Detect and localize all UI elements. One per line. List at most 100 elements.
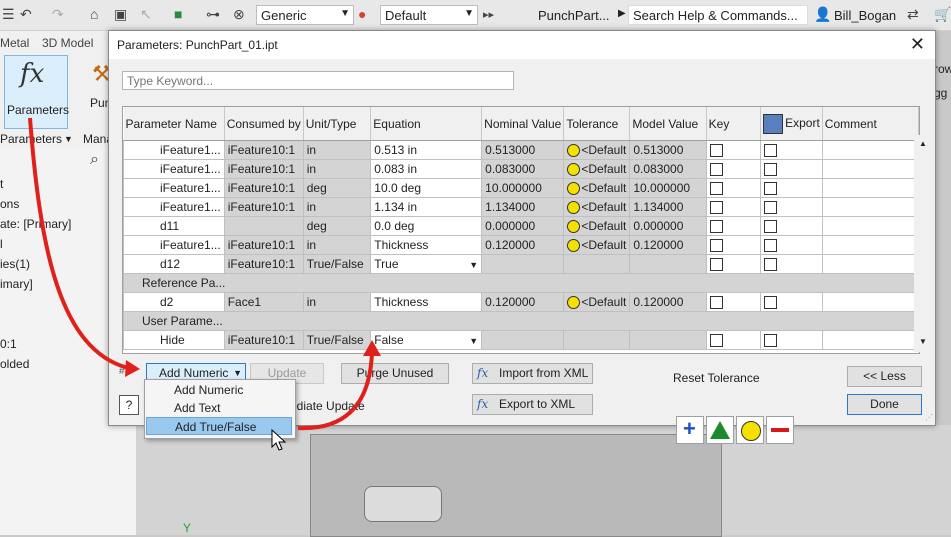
browser-item[interactable]: imary] xyxy=(0,277,33,291)
table-scrollbar[interactable]: ▲ ▼ xyxy=(914,135,932,352)
export-checkbox[interactable] xyxy=(764,163,778,177)
export-checkbox[interactable] xyxy=(764,296,778,310)
purge-unused-button[interactable]: Purge Unused xyxy=(341,363,449,384)
group-row[interactable]: Reference Pa... xyxy=(123,273,919,293)
comment-cell[interactable] xyxy=(821,254,919,274)
key-checkbox[interactable] xyxy=(709,334,723,348)
col-tolerance[interactable]: Tolerance xyxy=(563,107,631,141)
equation-cell[interactable]: Thickness xyxy=(370,235,483,255)
param-name-cell[interactable]: iFeature1... xyxy=(123,178,225,198)
comment-cell[interactable] xyxy=(821,330,919,350)
menu-item-add-numeric[interactable]: Add Numeric xyxy=(146,381,292,399)
table-row[interactable]: d12 iFeature10:1 True/False True ▼ xyxy=(123,254,919,274)
export-checkbox[interactable] xyxy=(764,334,778,348)
key-checkbox[interactable] xyxy=(709,182,723,196)
chevron-down-icon[interactable]: ▼ xyxy=(469,336,478,346)
less-button[interactable]: << Less xyxy=(847,366,922,387)
comment-cell[interactable] xyxy=(821,235,919,255)
param-name-cell[interactable]: d12 xyxy=(123,254,225,274)
tolerance-nominal-button[interactable] xyxy=(736,416,764,444)
export-checkbox[interactable] xyxy=(764,182,778,196)
tolerance-cell[interactable]: <Default xyxy=(563,159,631,179)
select-icon[interactable]: ↖ xyxy=(140,6,152,23)
param-name-cell[interactable]: d2 xyxy=(123,292,225,312)
comment-cell[interactable] xyxy=(821,140,919,160)
tolerance-upper-button[interactable]: + xyxy=(676,416,704,444)
key-checkbox[interactable] xyxy=(709,220,723,234)
measure-icon[interactable]: ⊶ xyxy=(206,6,220,23)
group-label-cell[interactable]: User Parame... xyxy=(123,311,919,331)
comment-cell[interactable] xyxy=(821,159,919,179)
col-export[interactable]: Export xyxy=(760,107,823,141)
browser-item[interactable]: l xyxy=(0,237,3,251)
equation-cell[interactable]: 0.083 in xyxy=(370,159,483,179)
equation-cell[interactable]: 0.0 deg xyxy=(370,216,483,236)
param-name-cell[interactable]: iFeature1... xyxy=(123,140,225,160)
col-parameter-name[interactable]: Parameter Name xyxy=(123,107,225,141)
key-checkbox[interactable] xyxy=(709,239,723,253)
done-button[interactable]: Done xyxy=(847,394,922,415)
tolerance-cell[interactable]: <Default xyxy=(563,178,631,198)
table-row[interactable]: d11 deg 0.0 deg 0.000000 <Default 0.000000 xyxy=(123,216,919,236)
key-checkbox[interactable] xyxy=(709,144,723,158)
equation-cell[interactable]: 0.513 in xyxy=(370,140,483,160)
table-row[interactable]: iFeature1... iFeature10:1 deg 10.0 deg 10.00… xyxy=(123,178,919,198)
cart-icon[interactable]: 🛒 xyxy=(934,6,951,23)
group-row[interactable]: User Parame... xyxy=(123,311,919,331)
comment-cell[interactable] xyxy=(821,197,919,217)
export-xml-button[interactable]: fx Export to XML xyxy=(472,394,593,415)
tolerance-lower-button[interactable] xyxy=(766,416,794,444)
tolerance-cell[interactable]: <Default xyxy=(563,197,631,217)
tolerance-cell[interactable]: <Default xyxy=(563,292,631,312)
tolerance-cell[interactable]: <Default xyxy=(563,140,631,160)
export-checkbox[interactable] xyxy=(764,144,778,158)
browser-item[interactable]: 0:1 xyxy=(0,337,17,351)
menu-item-add-text[interactable]: Add Text xyxy=(146,399,292,417)
parameters-button[interactable]: fx Parameters xyxy=(4,55,69,129)
table-row[interactable]: iFeature1... iFeature10:1 in 0.083 in 0.0830… xyxy=(123,159,919,179)
browser-item[interactable]: ate: [Primary] xyxy=(0,217,71,231)
chevron-right-icon[interactable]: ▶ xyxy=(618,8,626,19)
browser-item[interactable]: ies(1) xyxy=(0,257,30,271)
import-xml-button[interactable]: fx Import from XML xyxy=(472,363,593,384)
help-icon[interactable]: ? xyxy=(119,395,139,415)
export-checkbox[interactable] xyxy=(764,201,778,215)
tolerance-median-button[interactable] xyxy=(706,416,734,444)
equation-cell[interactable]: True ▼ xyxy=(370,254,483,274)
update-icon[interactable]: ■ xyxy=(174,6,182,22)
expand-icon[interactable]: ▸▸ xyxy=(483,8,494,21)
material-combo[interactable]: Generic ▼ xyxy=(256,5,354,25)
keyword-filter-input[interactable] xyxy=(122,71,514,90)
col-equation[interactable]: Equation xyxy=(370,107,483,141)
appearance-combo[interactable]: Default ▼ xyxy=(380,5,478,25)
browser-item[interactable]: ons xyxy=(0,197,19,211)
export-checkbox[interactable] xyxy=(764,239,778,253)
col-model-value[interactable]: Model Value xyxy=(629,107,707,141)
resize-grip-icon[interactable]: ⋰ xyxy=(925,413,933,422)
tab-3d-model[interactable]: 3D Model xyxy=(42,36,93,50)
comment-cell[interactable] xyxy=(821,216,919,236)
tolerance-cell[interactable]: <Default xyxy=(563,235,631,255)
tab-sheet-metal[interactable]: Metal xyxy=(0,36,29,50)
exchange-icon[interactable]: ⇄ xyxy=(907,6,919,23)
immediate-update-label[interactable]: ediate Update xyxy=(290,399,365,413)
home-icon[interactable]: ⌂ xyxy=(90,6,98,22)
key-checkbox[interactable] xyxy=(709,201,723,215)
key-checkbox[interactable] xyxy=(709,163,723,177)
col-comment[interactable]: Comment xyxy=(822,107,919,141)
material-icon[interactable]: ⊗ xyxy=(233,6,245,23)
panel-label-parameters[interactable]: Parameters xyxy=(0,132,62,146)
user-icon[interactable]: 👤 xyxy=(814,6,831,23)
chevron-down-icon[interactable]: ▼ xyxy=(64,134,73,144)
equation-cell[interactable]: 1.134 in xyxy=(370,197,483,217)
equation-cell[interactable]: False ▼ xyxy=(370,330,483,350)
clipboard-icon[interactable]: ▣ xyxy=(114,6,127,23)
comment-cell[interactable] xyxy=(821,292,919,312)
col-key[interactable]: Key xyxy=(706,107,762,141)
export-checkbox[interactable] xyxy=(764,220,778,234)
color-wheel-icon[interactable]: ● xyxy=(358,6,366,22)
chevron-down-icon[interactable]: ▼ xyxy=(469,260,478,270)
scroll-up-icon[interactable]: ▲ xyxy=(919,139,927,148)
table-row[interactable]: d2 Face1 in Thickness 0.120000 <Default 0.1200… xyxy=(123,292,919,312)
close-icon[interactable]: ✕ xyxy=(910,34,925,55)
